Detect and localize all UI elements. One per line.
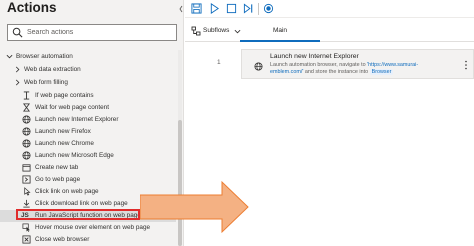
step-description-text: and store the instance into [303, 69, 370, 76]
chevron-right-icon [15, 79, 20, 86]
flow-step-launch-new-internet-explorer[interactable]: Launch new Internet Explorer Launch auto… [241, 49, 474, 79]
go-to-page-icon [22, 175, 31, 184]
action-item-wait-for-web-page-content[interactable]: Wait for web page content [0, 102, 176, 114]
toolbar-divider [258, 3, 259, 15]
action-item-launch-new-internet-explorer[interactable]: Launch new Internet Explorer [0, 114, 176, 126]
more-options-icon[interactable] [463, 59, 469, 71]
step-line-number: 1 [217, 59, 221, 66]
action-item-launch-new-chrome[interactable]: Launch new Chrome [0, 138, 176, 150]
globe-icon [22, 127, 31, 136]
tree-group-label: Web data extraction [24, 66, 81, 73]
stop-icon[interactable] [226, 3, 237, 14]
step-variable-badge: Browser [369, 69, 394, 76]
step-description-text: Launch automation browser, navigate to [270, 62, 368, 68]
action-item-label: Click link on web page [35, 188, 99, 195]
flow-tabs-bar: Subflows Main [185, 20, 474, 42]
action-item-launch-new-microsoft-edge[interactable]: Launch new Microsoft Edge [0, 150, 176, 162]
search-box[interactable] [7, 24, 177, 41]
globe-icon [254, 62, 263, 71]
search-icon [12, 27, 23, 38]
action-item-if-web-page-contains[interactable]: If web page contains [0, 90, 176, 102]
search-input[interactable] [27, 26, 173, 39]
save-icon[interactable] [191, 3, 202, 14]
globe-icon [22, 115, 31, 124]
hover-icon [22, 223, 30, 232]
close-browser-icon [22, 235, 31, 244]
tree-group-label: Browser automation [16, 53, 73, 60]
tree-group-web-data-extraction[interactable]: Web data extraction [0, 64, 176, 76]
action-item-label: Create new tab [35, 164, 79, 171]
action-item-label: Launch new Chrome [35, 140, 94, 147]
tree-group-browser-automation[interactable]: Browser automation [0, 51, 176, 63]
action-item-label: Launch new Firefox [35, 128, 91, 135]
step-description: Launch automation browser, navigate to '… [270, 62, 438, 77]
click-icon [24, 187, 31, 196]
wait-icon [22, 103, 31, 112]
tab-main[interactable]: Main [240, 20, 320, 42]
flow-toolbar [185, 0, 474, 18]
actions-pane-title: Actions [7, 0, 57, 15]
annotation-callout-arrow-icon [140, 180, 249, 234]
run-icon[interactable] [209, 3, 220, 14]
chevron-right-icon [15, 66, 20, 73]
subflows-icon [191, 26, 201, 36]
collapse-pane-icon[interactable] [178, 0, 184, 18]
chevron-down-icon [6, 54, 13, 59]
action-item-label: Launch new Microsoft Edge [35, 152, 114, 159]
tree-group-web-form-filling[interactable]: Web form filling [0, 77, 176, 89]
action-item-launch-new-firefox[interactable]: Launch new Firefox [0, 126, 176, 138]
download-icon [23, 199, 30, 208]
action-item-label: Hover mouse over element on web page [35, 224, 151, 231]
globe-icon [22, 139, 31, 148]
record-icon[interactable] [263, 3, 274, 14]
action-item-label: Click download link on web page [35, 200, 128, 207]
action-item-close-web-browser[interactable]: Close web browser [0, 234, 176, 246]
action-item-label: Close web browser [35, 236, 90, 243]
new-tab-icon [22, 164, 31, 172]
action-item-label: Wait for web page content [35, 104, 110, 111]
action-item-create-new-tab[interactable]: Create new tab [0, 162, 176, 174]
action-item-label: Go to web page [35, 176, 81, 183]
action-item-label: If web page contains [35, 92, 94, 99]
step-icon[interactable] [243, 3, 254, 14]
if-icon [23, 91, 30, 100]
subflows-label: Subflows [203, 27, 230, 34]
annotation-highlight-box [16, 209, 140, 220]
tree-group-label: Web form filling [24, 79, 68, 86]
action-item-label: Launch new Internet Explorer [35, 116, 119, 123]
globe-icon [22, 151, 31, 160]
step-title: Launch new Internet Explorer [270, 53, 359, 60]
